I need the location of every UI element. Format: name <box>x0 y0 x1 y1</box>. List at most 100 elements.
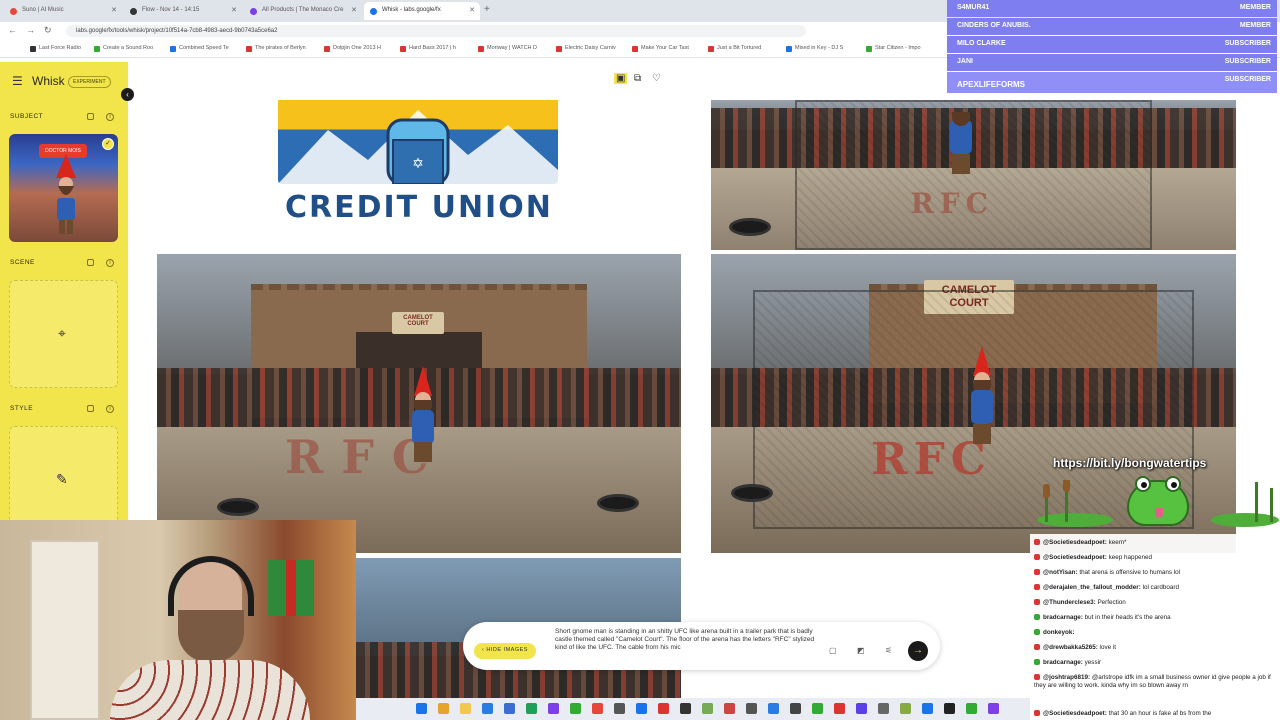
aspect-ratio-icon[interactable]: ▢ <box>829 646 837 655</box>
bookmark-item[interactable]: The pirates of Berlyn <box>246 45 306 52</box>
gnome-legs <box>414 442 432 462</box>
app-icon[interactable] <box>592 703 603 714</box>
bookmark-icon <box>478 46 484 52</box>
bookmark-icon <box>246 46 252 52</box>
browser-tab[interactable]: All Products | The Monaco Cre ✕ <box>244 2 362 20</box>
scene-info-icon[interactable]: i <box>106 259 114 267</box>
selected-check-icon[interactable]: ✓ <box>102 138 114 150</box>
app-icon[interactable] <box>680 703 691 714</box>
app-icon[interactable] <box>812 703 823 714</box>
gnome-body <box>412 410 434 444</box>
subject-upload-icon[interactable] <box>87 113 94 120</box>
chat-message: donkeyok: <box>1034 629 1274 637</box>
experiment-badge: EXPERIMENT <box>68 76 111 88</box>
windows-start-icon[interactable] <box>416 703 427 714</box>
bookmark-item[interactable]: Just a Bit Tortured <box>708 45 761 52</box>
browser-tab[interactable]: Suno | AI Music ✕ <box>4 2 122 20</box>
scene-upload-icon[interactable] <box>87 259 94 266</box>
bookmark-item[interactable]: Last Force Radio <box>30 45 81 52</box>
app-icon[interactable] <box>746 703 757 714</box>
gallery-view-icon[interactable]: ▣ <box>614 73 628 84</box>
edge-icon[interactable] <box>482 703 493 714</box>
url-input[interactable]: labs.google/fx/tools/whisk/project/10f51… <box>66 25 806 37</box>
favorites-heart-icon[interactable]: ♡ <box>652 73 661 84</box>
browser-tab-active[interactable]: Whisk - labs.google/fx ✕ <box>364 2 480 20</box>
storyboard-icon[interactable]: ⧉ <box>634 73 641 84</box>
subject-image[interactable]: DOCTOR MOIS ✓ <box>9 134 118 242</box>
chat-message: @Societiesdeadpoet: that 30 an hour is f… <box>1034 710 1274 718</box>
bookmark-item[interactable]: Electric Daisy Carniv <box>556 45 616 52</box>
forward-icon[interactable]: → <box>26 25 35 35</box>
prompt-input[interactable]: Short gnome man is standing in an shitty… <box>555 628 825 652</box>
bookmark-item[interactable]: Star Citizen - Impo <box>866 45 921 52</box>
close-tab-icon[interactable]: ✕ <box>351 6 357 14</box>
reload-icon[interactable]: ↻ <box>44 25 52 36</box>
app-icon[interactable] <box>658 703 669 714</box>
app-icon[interactable] <box>966 703 977 714</box>
scene-slot[interactable]: ⌖ <box>9 280 118 388</box>
settings-sliders-icon[interactable]: ⚟ <box>885 646 892 655</box>
app-icon[interactable] <box>790 703 801 714</box>
submit-arrow-button[interactable]: → <box>908 641 928 661</box>
app-icon[interactable] <box>724 703 735 714</box>
bookmark-item[interactable]: Mixed in Key - DJ S <box>786 45 843 52</box>
youtube-badge-icon <box>1034 599 1040 605</box>
app-icon[interactable] <box>548 703 559 714</box>
bookmark-icon <box>400 46 406 52</box>
app-icon[interactable] <box>988 703 999 714</box>
bookmark-item[interactable]: Dolpjin One 2013 H <box>324 45 381 52</box>
app-icon[interactable] <box>768 703 779 714</box>
frog-tongue <box>1155 508 1163 518</box>
mountain-icon: ✡ <box>278 110 558 186</box>
app-icon[interactable] <box>900 703 911 714</box>
menu-icon[interactable]: ☰ <box>12 74 23 88</box>
style-info-icon[interactable]: i <box>106 405 114 413</box>
hide-images-button[interactable]: ‹ HIDE IMAGES <box>474 643 536 659</box>
app-icon[interactable] <box>614 703 625 714</box>
app-icon[interactable] <box>944 703 955 714</box>
new-tab-icon[interactable]: + <box>484 4 490 15</box>
app-icon[interactable] <box>856 703 867 714</box>
webcam-gift-box <box>268 560 314 616</box>
bookmark-item[interactable]: Hard Bass 2017 | h <box>400 45 456 52</box>
tire <box>731 484 773 502</box>
bookmark-icon <box>30 46 36 52</box>
bookmark-icon <box>632 46 638 52</box>
subject-info-icon[interactable]: i <box>106 113 114 121</box>
back-icon[interactable]: ← <box>8 25 17 35</box>
frog-eye <box>1135 476 1151 492</box>
app-icon[interactable] <box>878 703 889 714</box>
folder-icon[interactable] <box>460 703 471 714</box>
collapse-sidebar-icon[interactable]: ‹ <box>121 88 134 101</box>
bookmark-icon <box>324 46 330 52</box>
browser-tab[interactable]: Flow - Nov 14 - 14:15 ✕ <box>124 2 242 20</box>
app-icon[interactable] <box>504 703 515 714</box>
bookmark-item[interactable]: Create a Sound Roo <box>94 45 153 52</box>
app-icon[interactable] <box>702 703 713 714</box>
generated-image-logo[interactable]: ✡ CREDIT UNION <box>145 100 695 250</box>
gift-ribbon <box>286 560 296 616</box>
image-icon[interactable]: ◩ <box>857 646 865 655</box>
close-tab-icon[interactable]: ✕ <box>111 6 117 14</box>
close-tab-icon[interactable]: ✕ <box>469 6 475 14</box>
style-slot[interactable]: ✎ <box>9 426 118 534</box>
close-tab-icon[interactable]: ✕ <box>231 6 237 14</box>
generated-image-castle-arena[interactable]: CAMELOT COURT RFC <box>157 254 681 553</box>
app-icon[interactable] <box>834 703 845 714</box>
spotify-icon[interactable] <box>526 703 537 714</box>
bookmark-icon <box>556 46 562 52</box>
generated-image-cage-top[interactable]: RFC <box>711 100 1236 250</box>
bookmark-icon <box>170 46 176 52</box>
bookmark-item[interactable]: Moriway | WATCH D <box>478 45 537 52</box>
bookmark-item[interactable]: Make Your Car Tast <box>632 45 689 52</box>
app-icon[interactable] <box>922 703 933 714</box>
streamer-beard <box>178 610 244 662</box>
gnome-figure-icon <box>56 154 76 234</box>
bookmark-item[interactable]: Combined Speed Te <box>170 45 229 52</box>
youtube-badge-icon <box>1034 644 1040 650</box>
chrome-icon[interactable] <box>438 703 449 714</box>
app-icon[interactable] <box>636 703 647 714</box>
youtube-badge-icon <box>1034 584 1040 590</box>
app-icon[interactable] <box>570 703 581 714</box>
style-upload-icon[interactable] <box>87 405 94 412</box>
